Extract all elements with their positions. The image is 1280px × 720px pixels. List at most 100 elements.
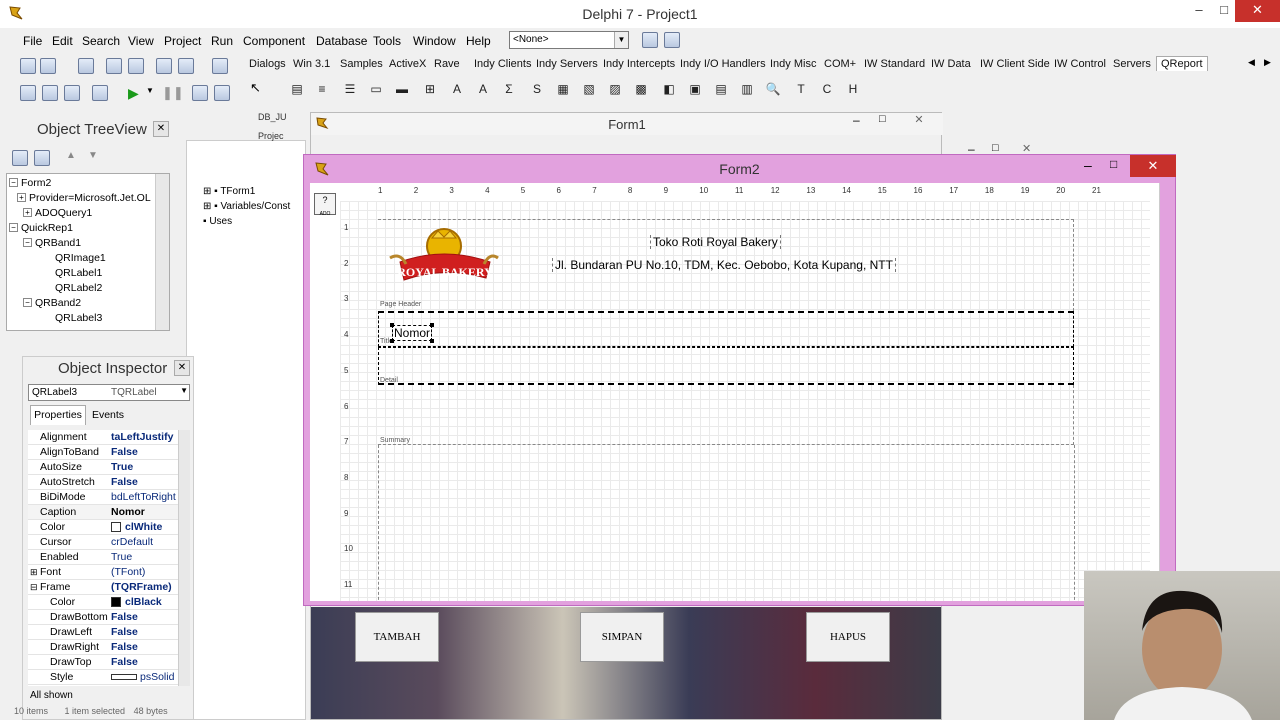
minimize-button[interactable]: – [1185,0,1213,22]
property-value[interactable]: crDefault [111,536,153,548]
remove-file-icon[interactable] [178,58,194,74]
detail-band[interactable] [378,347,1074,385]
palette-tab-com-plus[interactable]: COM+ [824,58,856,70]
qrgroup-icon[interactable]: ⊞ [421,80,439,98]
inspector-object-select[interactable]: QRLabel3 TQRLabel ▼ [28,384,190,401]
expand-icon[interactable]: ⊞ [30,567,38,578]
maximize-button[interactable]: □ [1210,0,1238,22]
property-value[interactable]: psSolid [140,671,174,683]
property-row[interactable]: DrawBottom False [28,610,178,625]
pointer-icon[interactable]: ↖ [250,80,261,96]
menu-run[interactable]: Run [211,34,233,48]
run-dropdown-icon[interactable]: ▼ [146,86,154,95]
tree-item[interactable]: QRLabel3 [55,312,102,324]
palette-tab-dialogs[interactable]: Dialogs [249,58,286,70]
open-icon[interactable] [40,58,56,74]
qrexpr-icon[interactable]: Σ [500,80,518,98]
trace-into-icon[interactable] [192,85,208,101]
palette-tab-indy-io-handlers[interactable]: Indy I/O Handlers [680,58,766,70]
palette-tab-iw-client-side[interactable]: IW Client Side [980,58,1050,70]
tree-item[interactable]: QRLabel1 [55,267,102,279]
project-file-item[interactable]: DB_JU [258,112,287,122]
qrimage-icon[interactable]: ▣ [686,80,704,98]
qrrichtext-icon[interactable]: ▨ [606,80,624,98]
property-row[interactable]: BiDiMode bdLeftToRight [28,490,178,505]
tab-properties[interactable]: Properties [30,405,86,425]
menu-project[interactable]: Project [164,34,201,48]
qrpreview-icon[interactable]: 🔍 [764,80,782,98]
close-button[interactable]: ✕ [899,113,939,129]
property-value[interactable]: (TFont) [111,566,145,578]
property-row[interactable]: Color clWhite [28,520,178,535]
palette-tab-indy-misc[interactable]: Indy Misc [770,58,816,70]
tree-scrollbar[interactable] [155,174,169,330]
tree-item[interactable]: − QuickRep1 [9,222,73,234]
move-down-icon[interactable]: ▼ [88,150,98,161]
property-row[interactable]: Enabled True [28,550,178,565]
save-all-icon[interactable] [106,58,122,74]
property-grid-scrollbar[interactable] [178,430,190,686]
qrmemo-icon[interactable]: ▦ [554,80,572,98]
palette-tab-activex[interactable]: ActiveX [389,58,426,70]
close-icon[interactable]: ✕ [174,360,190,376]
palette-scroll-left-icon[interactable]: ◀ [1248,57,1255,68]
royal-bakery-logo[interactable]: ROYAL BAKERY [386,224,504,297]
qrsysdata-icon[interactable]: S [528,80,546,98]
open-project-icon[interactable] [128,58,144,74]
desktop-layout-select[interactable]: <None> ▼ [509,31,629,49]
chevron-down-icon[interactable]: ▼ [180,386,188,395]
qrdbrichtext-icon[interactable]: ▩ [632,80,650,98]
selection-handle[interactable] [430,339,434,343]
maximize-button[interactable]: □ [992,142,999,154]
palette-scroll-right-icon[interactable]: ▶ [1264,57,1271,68]
add-file-icon[interactable] [156,58,172,74]
minimize-button[interactable]: – [853,113,860,127]
property-value[interactable]: False [111,641,138,653]
property-row[interactable]: AlignToBand False [28,445,178,460]
menu-search[interactable]: Search [82,34,120,48]
selection-handle[interactable] [390,323,394,327]
qrsubdetail-icon[interactable]: ≡ [313,80,331,98]
property-value[interactable]: clBlack [125,596,162,608]
expand-icon[interactable]: + [17,193,26,202]
menu-file[interactable]: File [23,34,42,48]
selection-handle[interactable] [430,323,434,327]
qrchildband-icon[interactable]: ▬ [393,80,411,98]
selection-handle[interactable] [390,339,394,343]
menu-component[interactable]: Component [243,34,305,48]
property-value[interactable]: True [111,461,133,473]
property-row[interactable]: Color clBlack [28,595,178,610]
property-value[interactable]: Nomor [111,506,145,518]
simpan-button[interactable]: SIMPAN [580,612,664,662]
debug-desktop-icon[interactable] [664,32,680,48]
palette-tab-win31[interactable]: Win 3.1 [293,58,330,70]
code-explorer-item[interactable]: ▪ Uses [203,216,232,227]
move-up-icon[interactable]: ▲ [66,150,76,161]
qrlabel3-nomor[interactable]: Nomor [392,325,432,341]
tree-item[interactable]: + Provider=Microsoft.Jet.OL [17,192,151,204]
property-row[interactable]: AutoStretch False [28,475,178,490]
property-row[interactable]: Frame ⊟ (TQRFrame) [28,580,178,595]
qrhtmlfilter-icon[interactable]: H [844,80,862,98]
menu-edit[interactable]: Edit [52,34,73,48]
property-row[interactable]: DrawRight False [28,640,178,655]
property-row[interactable]: Style psSolid [28,670,178,685]
palette-tab-iw-data[interactable]: IW Data [931,58,971,70]
palette-tab-indy-servers[interactable]: Indy Servers [536,58,598,70]
property-row[interactable]: Caption Nomor [28,505,178,520]
pause-icon[interactable]: ❚❚ [162,85,184,101]
toggle-form-unit-icon[interactable] [64,85,80,101]
tree-item[interactable]: QRLabel2 [55,282,102,294]
palette-tab-qreport[interactable]: QReport [1156,56,1208,71]
code-explorer-item[interactable]: ⊞ ▪ Variables/Const [203,201,290,212]
hapus-button[interactable]: HAPUS [806,612,890,662]
property-row[interactable]: DrawTop False [28,655,178,670]
title-band[interactable] [378,311,1074,347]
property-value[interactable]: taLeftJustify [111,431,173,443]
close-button[interactable]: ✕ [1130,155,1176,177]
menu-database[interactable]: Database [316,34,367,48]
collapse-icon[interactable]: − [9,178,18,187]
menu-view[interactable]: View [128,34,154,48]
menu-window[interactable]: Window [413,34,456,48]
chevron-down-icon[interactable]: ▼ [614,32,628,48]
